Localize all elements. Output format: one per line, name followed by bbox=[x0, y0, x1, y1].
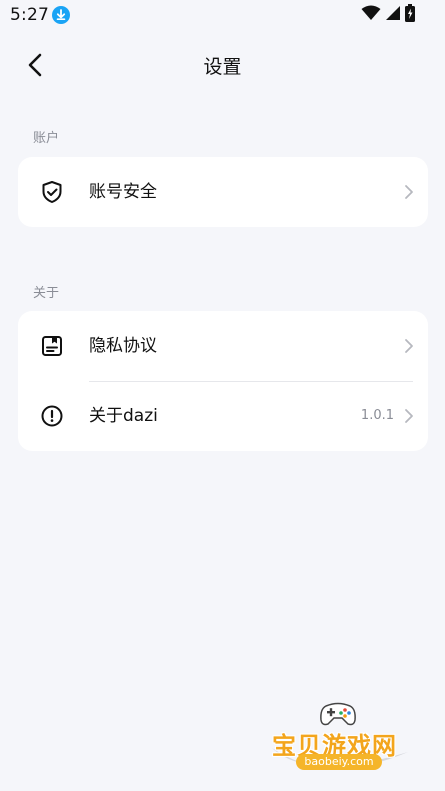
watermark: 宝贝游戏网 baobeiy.com bbox=[268, 698, 418, 784]
chevron-right-icon bbox=[404, 184, 414, 200]
signal-icon bbox=[385, 5, 401, 25]
row-label: 账号安全 bbox=[89, 182, 157, 202]
gamepad-icon bbox=[320, 702, 356, 726]
wifi-icon bbox=[361, 5, 381, 25]
watermark-url: baobeiy.com bbox=[296, 754, 382, 770]
about-dazi-row[interactable]: 关于dazi 1.0.1 bbox=[18, 381, 428, 451]
page-title: 设置 bbox=[203, 56, 242, 78]
nav-bar: 设置 bbox=[0, 36, 445, 92]
row-label: 隐私协议 bbox=[89, 336, 157, 356]
battery-icon bbox=[405, 4, 415, 26]
shield-check-icon bbox=[40, 180, 64, 204]
info-alert-icon bbox=[40, 404, 64, 428]
version-value: 1.0.1 bbox=[360, 408, 394, 423]
about-card: 隐私协议 关于dazi 1.0.1 bbox=[18, 311, 428, 451]
chevron-right-icon bbox=[404, 408, 414, 424]
document-icon bbox=[40, 334, 64, 358]
chevron-right-icon bbox=[404, 338, 414, 354]
status-time: 5:27 bbox=[10, 5, 49, 25]
section-label-about: 关于 bbox=[33, 286, 60, 301]
status-icons bbox=[361, 4, 415, 26]
privacy-policy-row[interactable]: 隐私协议 bbox=[18, 311, 428, 381]
section-label-account: 账户 bbox=[33, 131, 60, 146]
account-security-row[interactable]: 账号安全 bbox=[18, 157, 428, 227]
row-label: 关于dazi bbox=[89, 406, 158, 426]
account-card: 账号安全 bbox=[18, 157, 428, 227]
download-icon bbox=[52, 6, 70, 24]
status-bar: 5:27 bbox=[0, 0, 445, 30]
